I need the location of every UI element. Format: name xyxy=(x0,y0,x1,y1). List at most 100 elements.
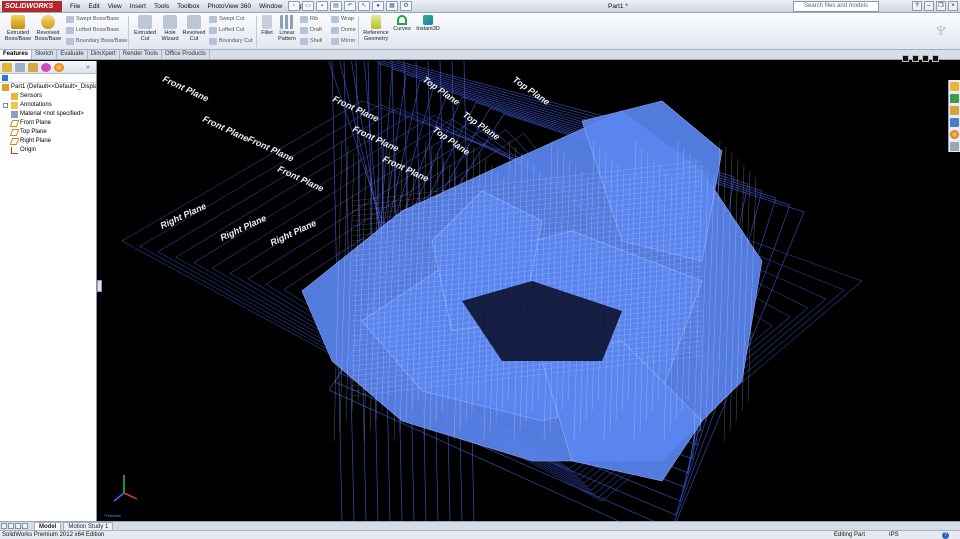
view-palette-icon[interactable] xyxy=(950,118,959,127)
menu-tools[interactable]: Tools xyxy=(150,0,173,13)
tree-item-sensors[interactable]: Sensors xyxy=(0,92,96,101)
task-pane-tabs xyxy=(948,80,960,152)
maximize-viewport-icon[interactable] xyxy=(932,55,939,62)
restore-viewport-icon[interactable] xyxy=(902,55,909,62)
lofted-boss-button[interactable]: Lofted Boss/Base xyxy=(66,26,119,35)
menu-insert[interactable]: Insert xyxy=(126,0,150,13)
tab-evaluate[interactable]: Evaluate xyxy=(57,50,88,59)
reference-geometry-button[interactable]: Reference Geometry xyxy=(361,15,391,42)
revolved-cut-button[interactable]: Revolved Cut xyxy=(181,15,207,42)
menu-window[interactable]: Window xyxy=(255,0,286,13)
options-icon[interactable]: ⚙ xyxy=(400,1,412,11)
close-icon[interactable]: × xyxy=(948,1,958,11)
extruded-boss-button[interactable]: Extruded Boss/Base xyxy=(4,15,32,42)
tree-item-annotations[interactable]: Annotations xyxy=(0,101,96,110)
boundary-boss-button[interactable]: Boundary Boss/Base xyxy=(66,37,127,46)
menu-view[interactable]: View xyxy=(104,0,126,13)
menu-photoview[interactable]: PhotoView 360 xyxy=(204,0,256,13)
undo-icon[interactable]: ↶ xyxy=(344,1,356,11)
plane-icon xyxy=(9,129,20,136)
dome-button[interactable]: Dome xyxy=(331,26,356,35)
wrap-button[interactable]: Wrap xyxy=(331,15,354,24)
swept-cut-button[interactable]: Swept Cut xyxy=(209,15,244,24)
dimxpert-manager-icon[interactable] xyxy=(41,63,51,72)
design-library-icon[interactable] xyxy=(950,94,959,103)
next-tab-icon[interactable] xyxy=(15,523,21,529)
tree-item-front-plane[interactable]: Front Plane xyxy=(0,119,96,128)
boundary-cut-button[interactable]: Boundary Cut xyxy=(209,37,253,46)
solidworks-logo[interactable]: SOLIDWORKS xyxy=(2,1,62,12)
search-input[interactable]: Search files and models xyxy=(793,1,879,12)
new-document-icon[interactable]: ▫ xyxy=(288,1,300,11)
plane-label-front: Front Plane xyxy=(276,164,325,194)
command-manager-tabs: Features Sketch Evaluate DimXpert Render… xyxy=(0,50,960,60)
menu-toolbox[interactable]: Toolbox xyxy=(173,0,203,13)
revolved-boss-button[interactable]: Revolved Boss/Base xyxy=(34,15,62,42)
model-wireframe: Front PlaneFront PlaneFront PlaneFront P… xyxy=(113,61,863,521)
extruded-cut-button[interactable]: Extruded Cut xyxy=(132,15,158,42)
extrude-cut-icon xyxy=(138,15,152,29)
file-properties-icon[interactable]: ▦ xyxy=(386,1,398,11)
tree-item-origin[interactable]: Origin xyxy=(0,146,96,155)
minimize-icon[interactable]: – xyxy=(924,1,934,11)
tree-root-part[interactable]: Part1 (Default<<Default>_Displa xyxy=(0,83,96,92)
plane-label-front: Front Plane xyxy=(201,114,250,144)
lofted-cut-button[interactable]: Lofted Cut xyxy=(209,26,244,35)
tab-features[interactable]: Features xyxy=(0,50,33,59)
tile-viewport-icon[interactable] xyxy=(912,55,919,62)
annotations-icon xyxy=(11,102,18,109)
custom-properties-icon[interactable] xyxy=(950,142,959,151)
help-icon[interactable]: ? xyxy=(912,1,922,11)
rebuild-icon[interactable]: ● xyxy=(372,1,384,11)
feature-tree-icon[interactable] xyxy=(2,63,12,72)
configuration-manager-icon[interactable] xyxy=(28,63,38,72)
extrude-icon xyxy=(11,15,25,29)
mirror-button[interactable]: Mirror xyxy=(331,37,355,46)
graphics-viewport[interactable]: Front Plane Front Plane Front Plane Front P… xyxy=(102,61,960,521)
hole-wizard-button[interactable]: Hole Wizard xyxy=(158,15,182,42)
fillet-button[interactable]: Fillet xyxy=(259,15,275,36)
linear-pattern-button[interactable]: Linear Pattern xyxy=(276,15,298,42)
filter-icon xyxy=(2,75,8,81)
appearances-icon[interactable] xyxy=(950,130,959,139)
tree-filter[interactable] xyxy=(0,74,96,83)
prev-tab-icon[interactable] xyxy=(8,523,14,529)
first-tab-icon[interactable] xyxy=(1,523,7,529)
ribbon-divider xyxy=(128,16,129,47)
unit-system-selector[interactable]: IPS xyxy=(889,531,899,539)
select-icon[interactable]: ↖ xyxy=(358,1,370,11)
command-manager: Extruded Boss/Base Revolved Boss/Base Sw… xyxy=(0,13,960,50)
save-icon[interactable]: ▪ xyxy=(316,1,328,11)
draft-button[interactable]: Draft xyxy=(300,26,322,35)
tab-render-tools[interactable]: Render Tools xyxy=(120,50,162,59)
property-manager-icon[interactable] xyxy=(15,63,25,72)
last-tab-icon[interactable] xyxy=(22,523,28,529)
tab-sketch[interactable]: Sketch xyxy=(32,50,58,59)
swept-boss-button[interactable]: Swept Boss/Base xyxy=(66,15,119,24)
curves-button[interactable]: Curves xyxy=(392,15,412,32)
display-manager-icon[interactable] xyxy=(54,63,64,72)
expand-panel-icon[interactable]: » xyxy=(86,63,94,72)
help-icon[interactable]: ? xyxy=(942,532,949,539)
resources-icon[interactable] xyxy=(950,82,959,91)
menu-edit[interactable]: Edit xyxy=(84,0,103,13)
instant3d-button[interactable]: Instant3D xyxy=(414,15,442,32)
shell-button[interactable]: Shell xyxy=(300,37,322,46)
restore-icon[interactable]: ❐ xyxy=(936,1,946,11)
ribbon-divider xyxy=(358,16,359,47)
open-folder-icon[interactable]: ▭ xyxy=(302,1,314,11)
tree-item-right-plane[interactable]: Right Plane xyxy=(0,137,96,146)
ds-logo-icon: ♆ xyxy=(932,17,950,42)
tree-item-material[interactable]: Material <not specified> xyxy=(0,110,96,119)
file-explorer-icon[interactable] xyxy=(950,106,959,115)
bottom-tab-bar: Model Motion Study 1 xyxy=(0,521,960,531)
rib-button[interactable]: Rib xyxy=(300,15,318,24)
plane-icon xyxy=(9,120,20,127)
curves-icon xyxy=(397,15,407,25)
print-icon[interactable]: ▤ xyxy=(330,1,342,11)
tab-office-products[interactable]: Office Products xyxy=(162,50,210,59)
menu-file[interactable]: File xyxy=(66,0,84,13)
tree-item-top-plane[interactable]: Top Plane xyxy=(0,128,96,137)
tab-dimxpert[interactable]: DimXpert xyxy=(88,50,120,59)
close-viewport-icon[interactable] xyxy=(922,55,929,62)
